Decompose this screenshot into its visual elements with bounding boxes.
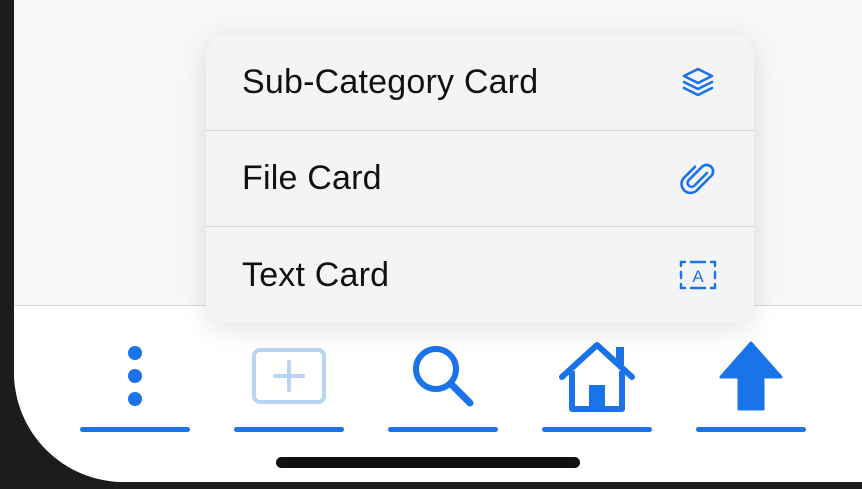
device-frame: Sub-Category Card File Card Text Card A [0,0,862,489]
menu-item-text-card[interactable]: Text Card A [206,227,754,323]
tab-up[interactable] [696,336,806,432]
plus-square-icon [234,336,344,416]
tab-search-underline [388,427,498,432]
paperclip-icon [678,159,718,199]
layers-icon [678,63,718,103]
magnifier-icon [388,336,498,416]
menu-item-label: Text Card [242,255,390,294]
add-card-menu: Sub-Category Card File Card Text Card A [206,35,754,323]
tab-more-underline [80,427,190,432]
app-screen: Sub-Category Card File Card Text Card A [14,0,862,482]
menu-item-file-card[interactable]: File Card [206,131,754,227]
tab-home[interactable] [542,336,652,432]
up-arrow-icon [696,336,806,416]
tab-up-underline [696,427,806,432]
text-box-icon: A [678,255,718,295]
tab-add[interactable] [234,336,344,432]
tab-add-underline [234,427,344,432]
tab-home-underline [542,427,652,432]
vertical-ellipsis-icon [80,336,190,416]
menu-item-sub-category-card[interactable]: Sub-Category Card [206,35,754,131]
home-indicator [276,457,580,468]
tab-search[interactable] [388,336,498,432]
tab-bar [14,306,862,482]
menu-item-label: Sub-Category Card [242,63,539,101]
house-icon [542,336,652,416]
menu-item-label: File Card [242,159,382,197]
tab-more[interactable] [80,336,190,432]
text-box-icon-letter: A [692,267,704,286]
